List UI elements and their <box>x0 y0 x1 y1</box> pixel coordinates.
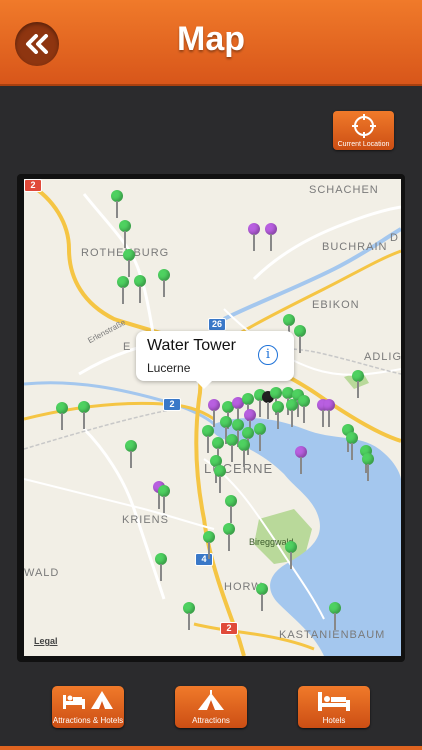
map-pin[interactable] <box>295 446 307 476</box>
map-pin[interactable] <box>323 399 335 429</box>
highway <box>24 401 215 421</box>
tent-icon <box>198 690 224 710</box>
map-pin[interactable] <box>134 275 146 305</box>
map-callout[interactable]: Water Tower Lucerne i <box>136 331 294 389</box>
map-pin[interactable] <box>329 602 341 632</box>
tab-attractions[interactable]: Attractions <box>175 686 247 728</box>
map-pin[interactable] <box>256 583 268 613</box>
map-pin[interactable] <box>117 276 129 306</box>
map-pin[interactable] <box>238 439 250 469</box>
bottom-accent-strip <box>0 746 422 750</box>
map-pin[interactable] <box>183 602 195 632</box>
tab-hotels[interactable]: Hotels <box>298 686 370 728</box>
map-pin[interactable] <box>265 223 277 253</box>
tab-attractions-hotels[interactable]: Attractions & Hotels <box>52 686 124 728</box>
map-pin[interactable] <box>254 423 266 453</box>
tab-label: Attractions & Hotels <box>52 716 124 725</box>
map-pin[interactable] <box>125 440 137 470</box>
map-pin[interactable] <box>214 465 226 495</box>
map-pin[interactable] <box>298 395 310 425</box>
bed-and-tent-icon <box>63 691 113 709</box>
current-location-label: Current Location <box>337 141 390 148</box>
road-shield: 2 <box>163 398 181 411</box>
callout-title: Water Tower <box>147 337 236 354</box>
map-pin[interactable] <box>294 325 306 355</box>
map-pin[interactable] <box>155 553 167 583</box>
map-pin[interactable] <box>56 402 68 432</box>
place-label: EBIKON <box>312 299 360 311</box>
place-label: SCHACHEN <box>309 184 379 196</box>
map-pin[interactable] <box>286 399 298 429</box>
map-view[interactable]: SCHACHEN ROTHENBURG BUCHRAIN EBIKON Erle… <box>24 179 401 656</box>
map-pin[interactable] <box>111 190 123 220</box>
road-shield: 2 <box>24 179 42 192</box>
road-shield: 26 <box>208 318 226 331</box>
current-location-button[interactable]: Current Location <box>333 111 394 150</box>
crosshair-icon <box>351 114 376 138</box>
callout-subtitle: Lucerne <box>147 361 191 375</box>
map-pin[interactable] <box>225 495 237 525</box>
info-icon[interactable]: i <box>258 345 278 365</box>
road-shield: 2 <box>220 622 238 635</box>
bed-icon <box>318 692 350 711</box>
map-pin[interactable] <box>226 434 238 464</box>
map-pin[interactable] <box>78 401 90 431</box>
place-label: E <box>123 341 132 353</box>
tab-label: Hotels <box>322 716 346 725</box>
map-pin[interactable] <box>352 370 364 400</box>
map-pin[interactable] <box>158 485 170 515</box>
header-bar: Map <box>0 0 422 86</box>
place-label: BUCHRAIN <box>322 241 388 253</box>
map-pin[interactable] <box>248 223 260 253</box>
tab-label: Attractions <box>192 716 230 725</box>
place-label: WALD <box>24 567 60 579</box>
place-label: ADLIG <box>364 351 401 363</box>
legal-link[interactable]: Legal <box>34 636 58 646</box>
page-title: Map <box>177 20 245 58</box>
map-pin[interactable] <box>223 523 235 553</box>
map-pin[interactable] <box>158 269 170 299</box>
map-pin[interactable] <box>285 541 297 571</box>
map-pin[interactable] <box>272 401 284 431</box>
map-pin[interactable] <box>203 531 215 561</box>
place-label: KRIENS <box>122 514 169 526</box>
map-pin[interactable] <box>346 432 358 462</box>
map-pin[interactable] <box>362 453 374 483</box>
road <box>24 478 215 530</box>
place-label: D <box>390 232 399 244</box>
map-pin[interactable] <box>119 220 131 250</box>
